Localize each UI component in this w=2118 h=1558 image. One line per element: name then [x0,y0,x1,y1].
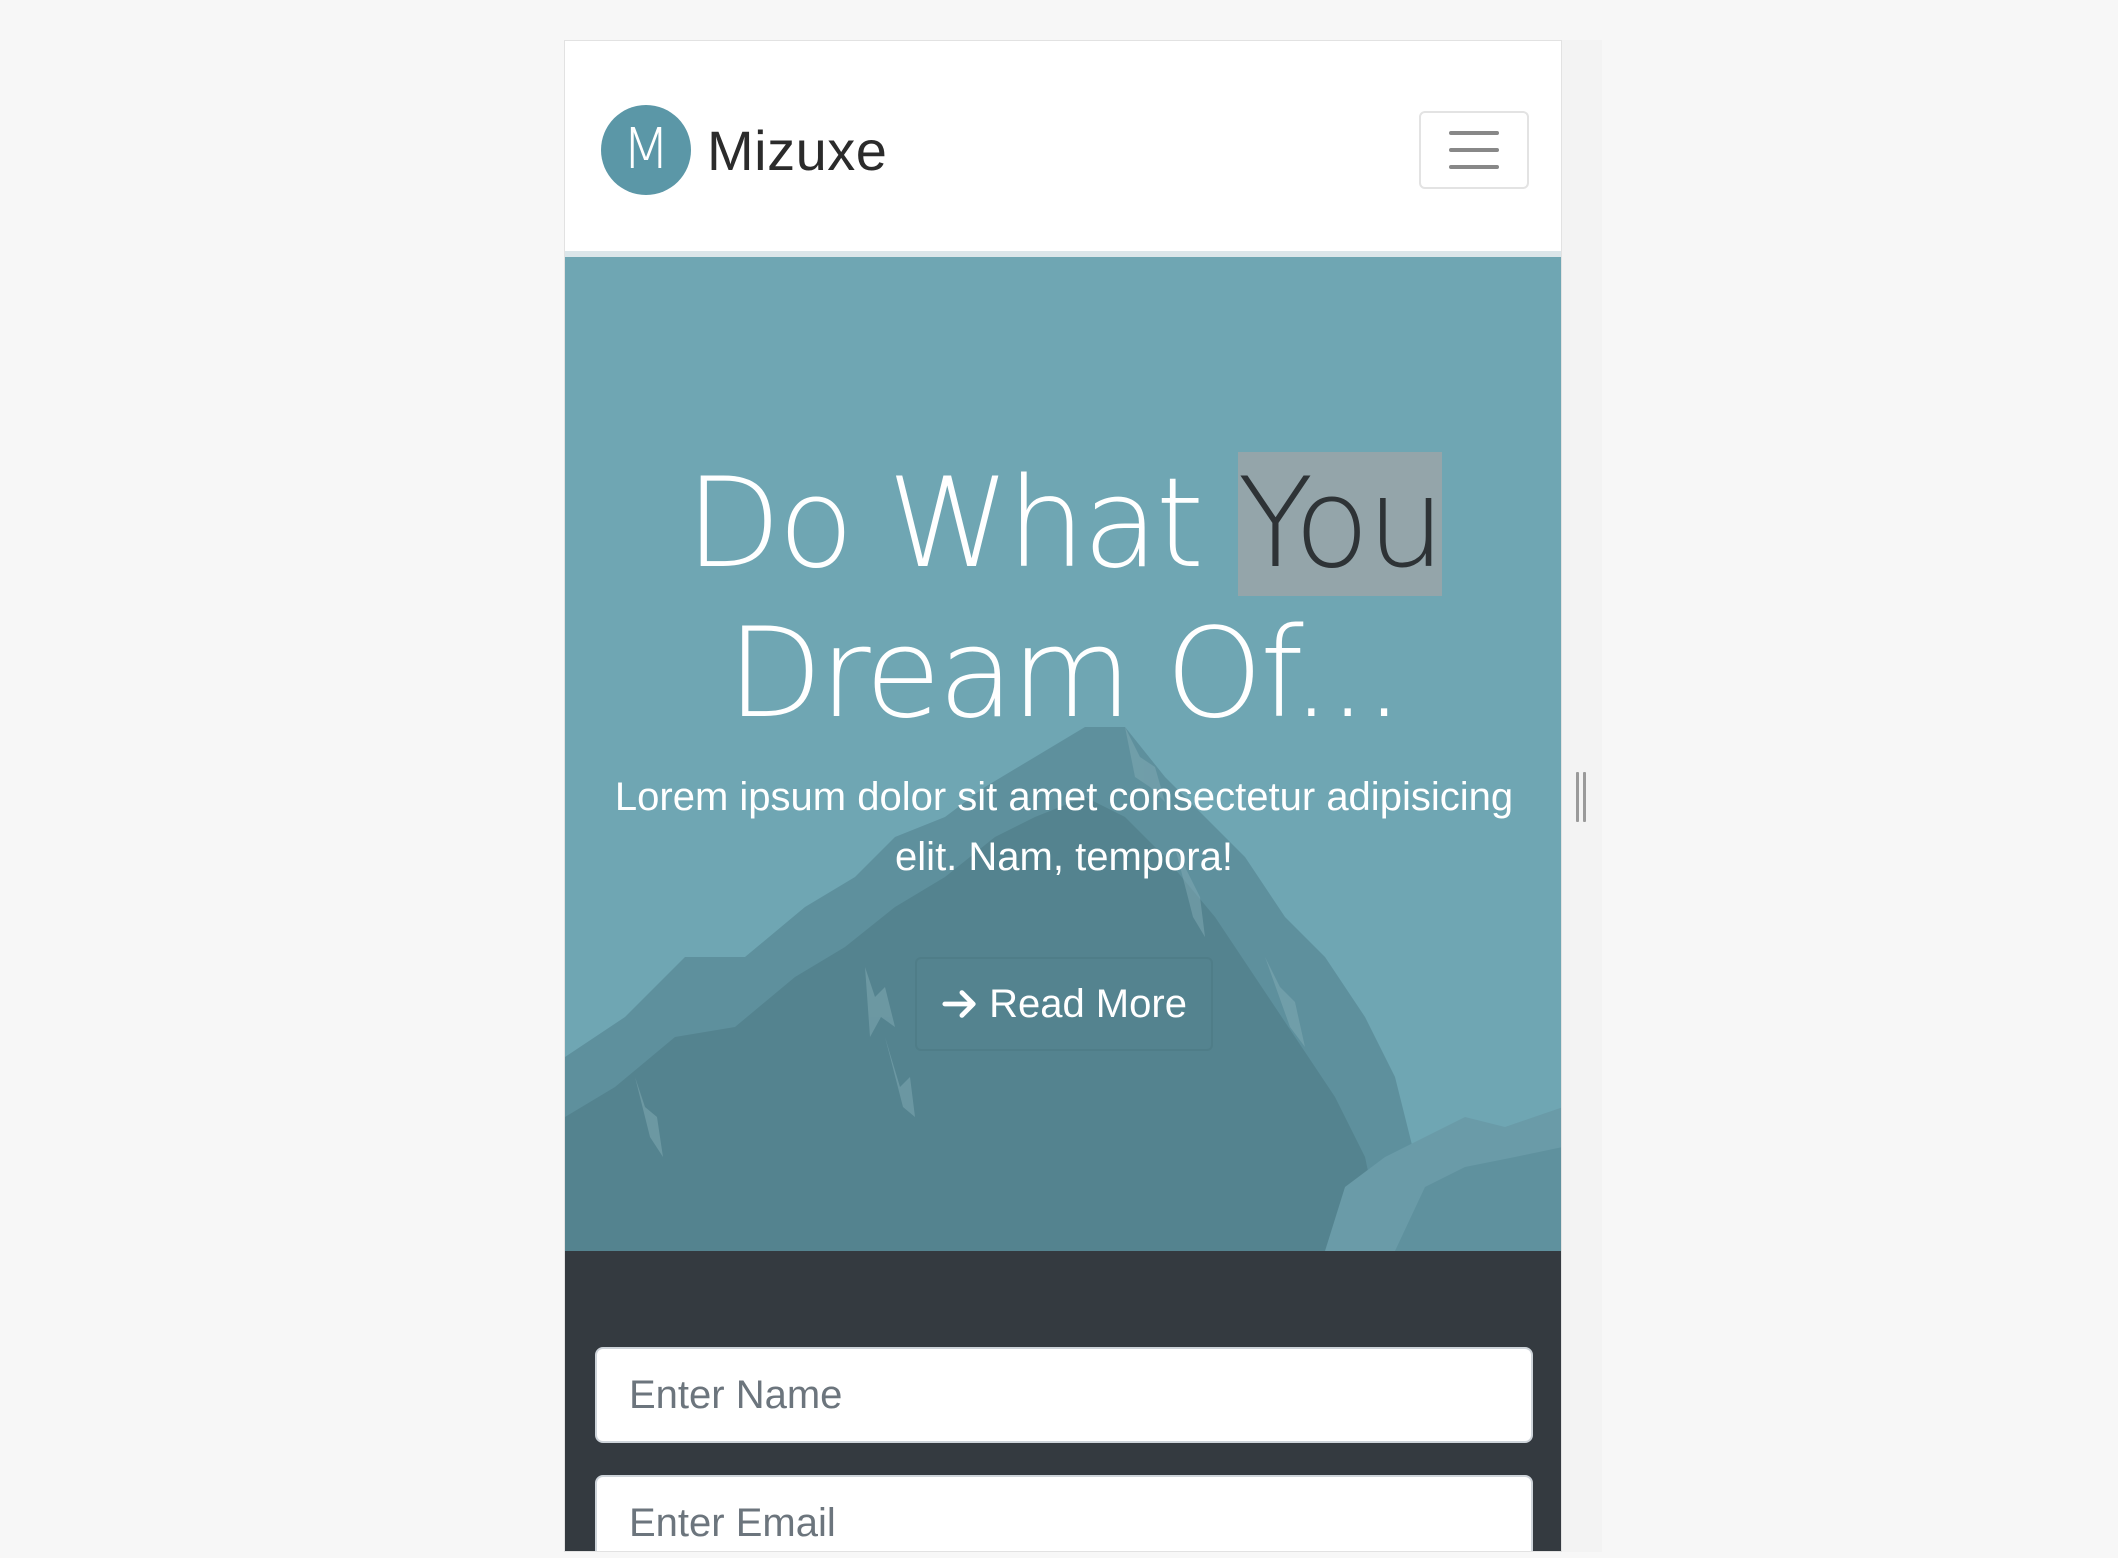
brand-link[interactable]: M Mizuxe [601,105,887,195]
viewport-resize-handle[interactable] [1576,772,1588,822]
hero-subtitle: Lorem ipsum dolor sit amet consectetur a… [614,775,1514,879]
hamburger-menu-icon [1449,148,1499,152]
hero-heading-highlight: You [1237,452,1445,596]
hero-heading-text-line2: Dream Of... [727,602,1404,746]
brand-name: Mizuxe [707,118,888,182]
read-more-button[interactable]: Read More [915,957,1213,1051]
hero-section: Do What You Dream Of... Lorem ipsum dolo… [565,257,1561,1251]
arrow-right-icon [942,990,976,1018]
mountain-background-image [565,257,1561,1251]
resize-handle-bar [1576,772,1579,822]
navbar-toggler-button[interactable] [1419,111,1529,189]
read-more-label: Read More [989,981,1187,1026]
hamburger-menu-icon [1449,165,1499,169]
mobile-viewport: M Mizuxe Do What You Dream Of... Lorem i… [564,40,1562,1552]
signup-section [565,1251,1561,1551]
name-field[interactable] [595,1347,1533,1443]
hero-heading: Do What You Dream Of... [565,449,1561,749]
navbar: M Mizuxe [565,41,1561,257]
resize-handle-bar [1583,772,1586,822]
hamburger-menu-icon [1449,131,1499,135]
email-field[interactable] [595,1475,1533,1551]
brand-logo: M [601,105,691,195]
hero-heading-text: Do What [685,452,1238,596]
